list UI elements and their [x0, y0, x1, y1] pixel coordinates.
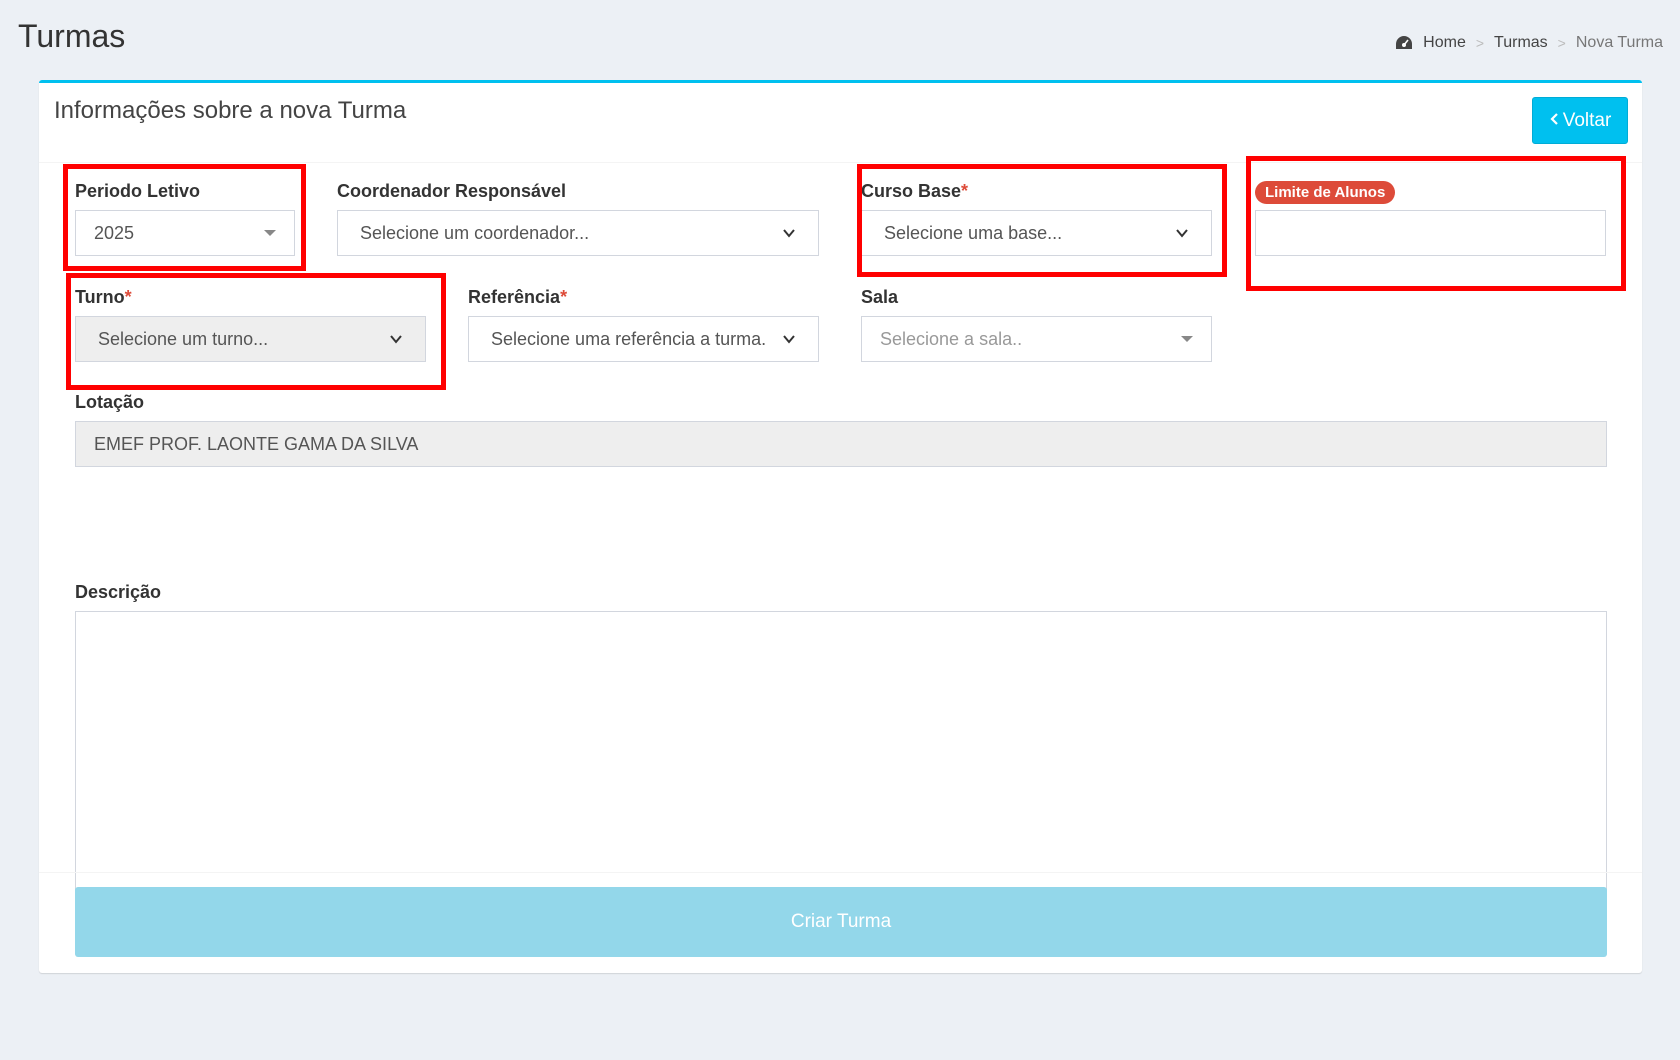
back-button-label: Voltar — [1562, 109, 1612, 131]
panel-footer: Criar Turma — [39, 872, 1642, 973]
turno-value: Selecione um turno... — [98, 328, 269, 349]
curso-label: Curso Base* — [861, 181, 969, 201]
caret-down-icon — [264, 230, 276, 236]
turno-select[interactable]: Selecione um turno... — [75, 316, 426, 362]
curso-value: Selecione uma base... — [884, 222, 1063, 243]
periodo-label: Periodo Letivo — [75, 181, 201, 201]
descricao-textarea[interactable] — [75, 611, 1607, 916]
form-body: Periodo Letivo 2025 Coordenador Responsá… — [39, 163, 1642, 953]
breadcrumb: Home > Turmas > Nova Turma — [1395, 34, 1663, 52]
back-button[interactable]: Voltar — [1532, 97, 1628, 144]
turno-label: Turno* — [75, 287, 132, 307]
sala-label: Sala — [861, 287, 899, 307]
sala-select[interactable]: Selecione a sala.. — [861, 316, 1212, 362]
page-title: Turmas — [18, 18, 126, 54]
lotacao-value: EMEF PROF. LAONTE GAMA DA SILVA — [94, 433, 419, 454]
caret-down-icon — [1181, 336, 1193, 342]
breadcrumb-turmas-link[interactable]: Turmas — [1494, 34, 1548, 52]
periodo-value: 2025 — [94, 222, 135, 243]
periodo-select[interactable]: 2025 — [75, 210, 295, 256]
coordenador-label: Coordenador Responsável — [337, 181, 567, 201]
breadcrumb-current: Nova Turma — [1575, 34, 1663, 51]
limite-badge: Limite de Alunos — [1255, 181, 1396, 204]
coordenador-value: Selecione um coordenador... — [360, 222, 590, 243]
panel-header: Informações sobre a nova Turma Voltar — [39, 83, 1642, 163]
coordenador-select[interactable]: Selecione um coordenador... — [337, 210, 819, 256]
breadcrumb-separator: > — [1557, 35, 1566, 51]
referencia-label: Referência* — [468, 287, 568, 307]
chevron-down-icon — [783, 229, 795, 238]
breadcrumb-separator: > — [1475, 35, 1485, 51]
limite-input[interactable] — [1255, 210, 1606, 256]
nova-turma-panel: Informações sobre a nova Turma Voltar Pe… — [39, 80, 1642, 973]
lotacao-label: Lotação — [75, 392, 145, 412]
referencia-value: Selecione uma referência a turma. — [491, 328, 767, 349]
chevron-left-icon — [1549, 110, 1559, 132]
sala-placeholder: Selecione a sala.. — [880, 328, 1023, 349]
breadcrumb-home-link[interactable]: Home — [1423, 34, 1466, 52]
chevron-down-icon — [390, 335, 402, 344]
referencia-select[interactable]: Selecione uma referência a turma. — [468, 316, 819, 362]
dashboard-icon — [1395, 35, 1413, 51]
panel-title: Informações sobre a nova Turma — [54, 97, 407, 124]
descricao-label: Descrição — [75, 582, 162, 602]
chevron-down-icon — [783, 335, 795, 344]
criar-turma-button[interactable]: Criar Turma — [75, 887, 1607, 957]
lotacao-field: EMEF PROF. LAONTE GAMA DA SILVA — [75, 421, 1607, 467]
curso-select[interactable]: Selecione uma base... — [861, 210, 1212, 256]
chevron-down-icon — [1176, 229, 1188, 238]
